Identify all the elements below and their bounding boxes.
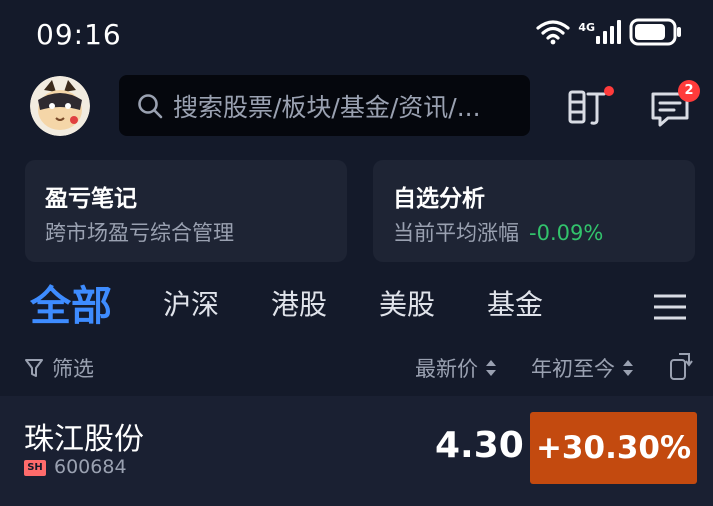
average-change-label: 当前平均涨幅 [393, 221, 519, 245]
stock-name: 珠江股份 [24, 422, 144, 457]
tab-funds[interactable]: 基金 [487, 283, 543, 323]
sort-arrows-icon [622, 358, 634, 378]
cellular-signal-icon [595, 19, 621, 49]
column-switch-button[interactable] [669, 351, 693, 381]
network-type-label: 4G [578, 20, 595, 34]
switch-icon [669, 353, 693, 385]
profit-notes-title: 盈亏笔记 [45, 186, 137, 212]
stock-code: 600684 [54, 456, 127, 478]
market-tag: SH [24, 460, 46, 476]
watch-icon [566, 90, 612, 132]
ytd-column-label: 年初至今 [531, 357, 615, 381]
search-placeholder: 搜索股票/板块/基金/资讯/... [173, 92, 481, 122]
tab-us-stocks[interactable]: 美股 [379, 283, 435, 323]
status-icons: 4G [536, 18, 683, 50]
search-icon [137, 93, 163, 119]
wifi-icon [536, 19, 570, 49]
battery-icon [629, 18, 683, 50]
message-badge: 2 [678, 80, 700, 102]
message-icon [648, 92, 694, 134]
stock-price: 4.30 [435, 425, 524, 466]
tab-shanghai-shenzhen[interactable]: 沪深 [163, 283, 219, 323]
message-button[interactable]: 2 [648, 80, 700, 130]
watchlist-analysis-title: 自选分析 [393, 186, 485, 212]
watchlist-analysis-subtitle: 当前平均涨幅 -0.09% [393, 217, 603, 247]
search-input[interactable]: 搜索股票/板块/基金/资讯/... [119, 75, 530, 136]
watch-button[interactable] [566, 86, 614, 128]
status-time: 09:16 [36, 18, 122, 51]
tab-menu-button[interactable] [653, 293, 687, 321]
filter-button[interactable]: 筛选 [24, 353, 94, 383]
filter-label: 筛选 [52, 357, 94, 381]
price-column-label: 最新价 [415, 357, 478, 381]
sort-by-ytd-change[interactable]: 年初至今 [531, 353, 634, 383]
watchlist-analysis-card[interactable]: 自选分析 当前平均涨幅 -0.09% [373, 160, 695, 262]
stock-change-badge[interactable]: +30.30% [530, 412, 697, 484]
sort-by-price[interactable]: 最新价 [415, 353, 497, 383]
profit-notes-subtitle: 跨市场盈亏综合管理 [45, 221, 234, 245]
sort-arrows-icon [485, 358, 497, 378]
average-change-value: -0.09% [529, 221, 604, 245]
filter-icon [24, 357, 44, 379]
tab-hong-kong[interactable]: 港股 [271, 283, 327, 323]
watch-badge-dot [604, 86, 614, 96]
avatar[interactable] [30, 76, 90, 136]
tab-all[interactable]: 全部 [30, 272, 112, 332]
profit-notes-card[interactable]: 盈亏笔记 跨市场盈亏综合管理 [25, 160, 347, 262]
menu-icon [653, 294, 687, 325]
